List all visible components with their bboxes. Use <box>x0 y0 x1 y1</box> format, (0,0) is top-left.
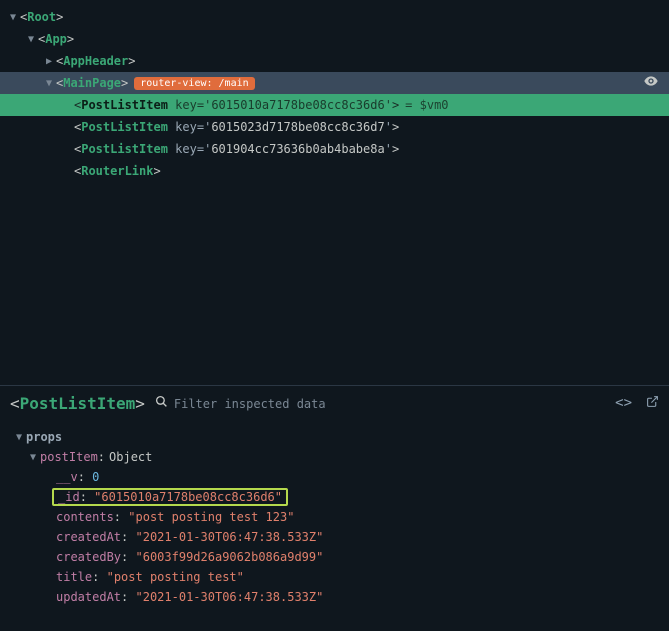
attr-value: 601904cc73636b0ab4babe8a <box>211 142 384 156</box>
props-body: ▼ props ▼ postItem: Object __v: 0 _id: "… <box>0 421 669 631</box>
attr-name: key <box>175 142 197 156</box>
bracket-open: < <box>20 10 27 24</box>
tree-node-routerlink[interactable]: ▶ <RouterLink> <box>0 160 669 182</box>
inspector-header: <PostListItem> <> <box>0 386 669 421</box>
attr-name: key <box>175 120 197 134</box>
prop-postitem[interactable]: ▼ postItem: Object <box>14 447 659 467</box>
tree-node-postlistitem[interactable]: ▶ <PostListItem key='601904cc73636b0ab4b… <box>0 138 669 160</box>
prop-createdat[interactable]: createdAt: "2021-01-30T06:47:38.533Z" <box>14 527 659 547</box>
tree-node-mainpage[interactable]: ▼ <MainPage> router-view: /main <box>0 72 669 94</box>
highlight-box: _id: "6015010a7178be08cc8c36d6" <box>52 488 288 506</box>
tree-node-appheader[interactable]: ▶ <AppHeader> <box>0 50 669 72</box>
attr-value: 6015010a7178be08cc8c36d6 <box>211 98 384 112</box>
open-editor-icon[interactable]: <> <box>615 395 632 412</box>
component-tag: RouterLink <box>81 164 153 178</box>
component-tag: PostListItem <box>81 142 168 156</box>
collapse-arrow-icon[interactable]: ▼ <box>44 78 54 89</box>
search-icon[interactable] <box>155 395 168 412</box>
prop-v[interactable]: __v: 0 <box>14 467 659 487</box>
bracket-close: > <box>56 10 63 24</box>
tree-node-root[interactable]: ▼ <Root> <box>0 6 669 28</box>
prop-title[interactable]: title: "post posting test" <box>14 567 659 587</box>
expand-arrow-icon[interactable]: ▶ <box>44 56 54 67</box>
selected-component-title: <PostListItem> <box>10 394 145 413</box>
tree-node-postlistitem-selected[interactable]: ▶ <PostListItem key='6015010a7178be08cc8… <box>0 94 669 116</box>
tree-node-postlistitem[interactable]: ▶ <PostListItem key='6015023d7178be08cc8… <box>0 116 669 138</box>
filter-input[interactable] <box>174 397 374 411</box>
component-tag: MainPage <box>63 76 121 90</box>
prop-updatedat[interactable]: updatedAt: "2021-01-30T06:47:38.533Z" <box>14 587 659 607</box>
eye-icon[interactable] <box>643 73 659 93</box>
collapse-arrow-icon[interactable]: ▼ <box>8 12 18 23</box>
collapse-arrow-icon[interactable]: ▼ <box>28 452 38 463</box>
open-external-icon[interactable] <box>646 395 659 412</box>
props-section[interactable]: ▼ props <box>14 427 659 447</box>
prop-id-highlighted[interactable]: _id: "6015010a7178be08cc8c36d6" <box>14 487 659 507</box>
collapse-arrow-icon[interactable]: ▼ <box>14 432 24 443</box>
prop-createdby[interactable]: createdBy: "6003f99d26a9062b086a9d99" <box>14 547 659 567</box>
attr-name: key <box>175 98 197 112</box>
collapse-arrow-icon[interactable]: ▼ <box>26 34 36 45</box>
tree-node-app[interactable]: ▼ <App> <box>0 28 669 50</box>
component-tag: PostListItem <box>81 120 168 134</box>
component-tag: PostListItem <box>81 98 168 112</box>
component-tree: ▼ <Root> ▼ <App> ▶ <AppHeader> ▼ <MainPa… <box>0 0 669 385</box>
router-view-badge: router-view: /main <box>134 77 254 90</box>
vm-reference: = $vm0 <box>405 98 448 112</box>
prop-contents[interactable]: contents: "post posting test 123" <box>14 507 659 527</box>
attr-value: 6015023d7178be08cc8c36d7 <box>211 120 384 134</box>
component-tag: Root <box>27 10 56 24</box>
component-tag: App <box>45 32 67 46</box>
component-tag: AppHeader <box>63 54 128 68</box>
inspector-panel: <PostListItem> <> ▼ props ▼ postItem: Ob… <box>0 385 669 631</box>
